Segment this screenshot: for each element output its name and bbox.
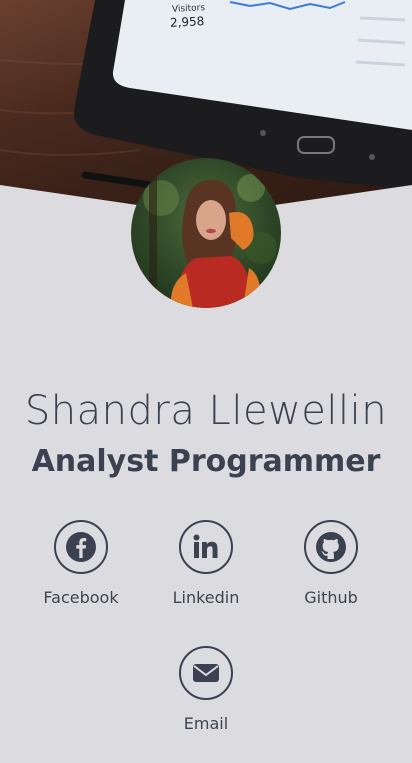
- screen-visitors-label: Visitors: [171, 3, 206, 15]
- avatar: [131, 158, 281, 308]
- github-icon: [316, 532, 346, 562]
- screen-visitors-value: 2,958: [169, 14, 205, 30]
- linkedin-link[interactable]: Linkedin: [151, 520, 261, 607]
- email-label: Email: [183, 714, 229, 733]
- email-link[interactable]: Email: [151, 646, 261, 733]
- facebook-link[interactable]: Facebook: [26, 520, 136, 607]
- github-icon-ring: [304, 520, 358, 574]
- github-label: Github: [304, 588, 358, 607]
- linkedin-icon-ring: [179, 520, 233, 574]
- profile-card: Visitors 2,958 Shandra Llewellin Analyst…: [0, 0, 412, 763]
- email-icon-ring: [179, 646, 233, 700]
- profile-title: Analyst Programmer: [31, 444, 381, 479]
- linkedin-icon: [193, 534, 218, 558]
- facebook-icon: [66, 532, 96, 562]
- profile-name: Shandra Llewellin: [24, 388, 388, 434]
- linkedin-label: Linkedin: [172, 588, 240, 607]
- envelope-icon: [193, 664, 219, 682]
- facebook-icon-ring: [54, 520, 108, 574]
- github-link[interactable]: Github: [276, 520, 386, 607]
- facebook-label: Facebook: [43, 588, 119, 607]
